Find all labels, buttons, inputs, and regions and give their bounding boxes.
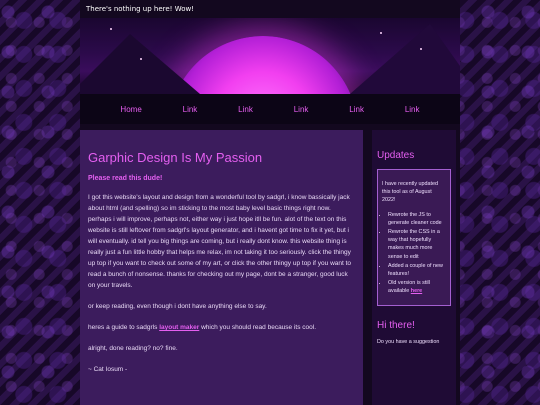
updates-box: I have recently updated this tool as of … bbox=[377, 169, 451, 306]
guide-text-after: which you should read because its cool. bbox=[199, 324, 317, 331]
intro-paragraph: I got this website's layout and design f… bbox=[88, 194, 352, 289]
nav-link-2[interactable]: Link bbox=[238, 105, 253, 114]
nav-link-home[interactable]: Home bbox=[120, 105, 141, 114]
keep-reading-paragraph: or keep reading, even though i dont have… bbox=[88, 303, 267, 310]
nav-bar: Home Link Link Link Link Link bbox=[80, 94, 460, 124]
content-area: Garphic Design Is My Passion Please read… bbox=[80, 124, 460, 405]
updates-heading: Updates bbox=[377, 150, 415, 161]
updates-list: Rewrote the JS to generate cleaner code … bbox=[382, 211, 446, 296]
banner-mountain-left bbox=[80, 34, 200, 94]
updates-intro: I have recently updated this tool as of … bbox=[382, 181, 439, 204]
main-panel: Garphic Design Is My Passion Please read… bbox=[80, 130, 363, 405]
update-item: Added a couple of new features! bbox=[388, 262, 446, 278]
layout-maker-link[interactable]: layout maker bbox=[159, 324, 199, 331]
hi-text: Do you have a suggestion bbox=[377, 338, 440, 345]
nav-link-5[interactable]: Link bbox=[405, 105, 420, 114]
update-item: Rewrote the JS to generate cleaner code bbox=[388, 211, 446, 227]
banner-mountain-right bbox=[350, 24, 460, 94]
update-item: Old version is still available here bbox=[388, 279, 446, 295]
banner-star bbox=[110, 28, 112, 30]
page-container: There's nothing up here! Wow! Home Link … bbox=[80, 0, 460, 405]
guide-text-before: heres a guide to sadgrls bbox=[88, 324, 160, 331]
old-version-link[interactable]: here bbox=[411, 288, 422, 294]
nav-link-3[interactable]: Link bbox=[294, 105, 309, 114]
signature: ~ Cat Iosum - bbox=[88, 366, 128, 373]
top-bar-text: There's nothing up here! Wow! bbox=[86, 5, 195, 13]
top-bar: There's nothing up here! Wow! bbox=[80, 0, 460, 18]
sidebar: Updates I have recently updated this too… bbox=[372, 130, 456, 405]
nav-link-4[interactable]: Link bbox=[349, 105, 364, 114]
banner-star bbox=[420, 48, 422, 50]
page-subtitle: Please read this dude! bbox=[88, 175, 163, 182]
hi-heading: Hi there! bbox=[377, 319, 415, 331]
header-banner bbox=[80, 18, 460, 94]
done-reading-paragraph: alright, done reading? no? fine. bbox=[88, 345, 178, 352]
page-title: Garphic Design Is My Passion bbox=[88, 150, 263, 165]
update-item: Rewrote the CSS in a way that hopefully … bbox=[388, 228, 446, 261]
nav-link-1[interactable]: Link bbox=[183, 105, 198, 114]
banner-star bbox=[140, 58, 142, 60]
guide-paragraph: heres a guide to sadgrls layout maker wh… bbox=[88, 322, 355, 333]
old-version-text: Old version is still available bbox=[388, 280, 430, 295]
banner-star bbox=[380, 32, 382, 34]
